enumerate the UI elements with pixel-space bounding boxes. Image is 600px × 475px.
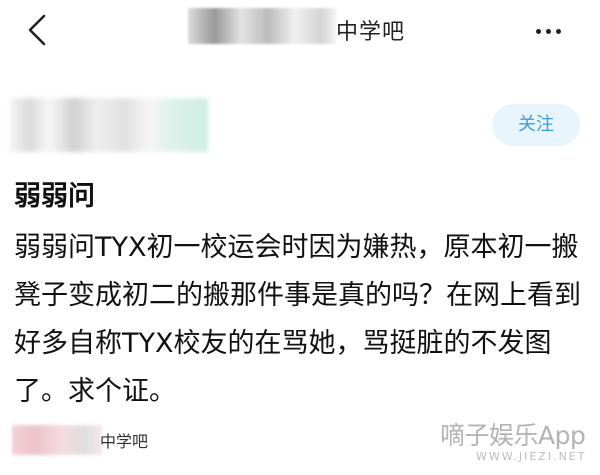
forum-tag-mosaic — [12, 425, 102, 455]
forum-name-mosaic — [188, 8, 336, 44]
post-body: 弱弱问TYX初一校运会时因为嫌热，原本初一搬凳子变成初二的搬那件事是真的吗？在网… — [14, 232, 581, 407]
follow-button[interactable]: 关注 — [492, 104, 580, 146]
forum-name: 中学吧 — [336, 20, 406, 45]
more-vertical-icon[interactable] — [528, 14, 568, 48]
chevron-left-icon[interactable] — [18, 10, 58, 50]
author-info-mosaic — [10, 98, 208, 152]
watermark-url: WWW.JIEZI.NET — [476, 450, 587, 463]
forum-tag[interactable]: 中学吧 — [100, 428, 148, 452]
watermark: 嘀子娱乐App — [440, 421, 586, 450]
post-title: 弱弱问 — [14, 181, 95, 212]
top-bar: 中学吧 — [0, 0, 600, 62]
